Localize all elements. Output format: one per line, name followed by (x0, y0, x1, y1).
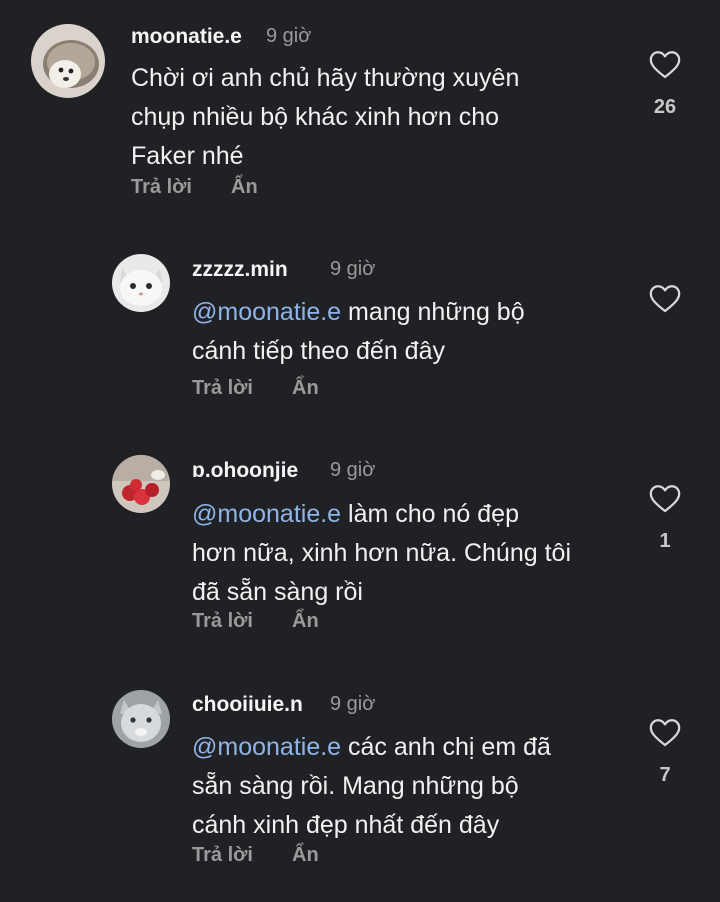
comment-text-line: đã sẵn sàng rồi (192, 578, 363, 606)
like-button[interactable] (647, 716, 683, 750)
like-button[interactable] (647, 282, 683, 316)
comment-text-line: hơn nữa, xinh hơn nữa. Chúng tôi (192, 539, 571, 567)
comment-time: 9 giờ (266, 25, 312, 47)
comment-username[interactable]: moonatie.e (131, 25, 242, 49)
comment-text-line: các anh chị em đã (341, 733, 551, 761)
comment-text-line: chụp nhiều bộ khác xinh hơn cho (131, 103, 500, 131)
like-button[interactable] (647, 48, 683, 82)
like-count: 1 (659, 530, 671, 552)
avatar[interactable] (112, 254, 170, 312)
comment-text-line: làm cho nó đẹp (341, 500, 519, 528)
comment-text: Chời ơi anh chủ hãy thường xuyên chụp nh… (131, 59, 519, 176)
comment-text-line: cánh tiếp theo đến đây (192, 337, 445, 365)
comment-text-line: Faker nhé (131, 142, 244, 170)
reply-comment-item: chooiiuie.n 9 giờ @moonatie.e các anh ch… (0, 676, 720, 902)
hide-button[interactable]: Ẩn (292, 610, 319, 633)
comment-text-line: cánh xinh đẹp nhất đến đây (192, 811, 500, 839)
mention-link[interactable]: @moonatie.e (192, 500, 341, 528)
reply-button[interactable]: Trả lời (192, 377, 253, 400)
white-cat-avatar-icon (112, 254, 170, 312)
reply-button[interactable]: Trả lời (192, 844, 253, 867)
comment-text: @moonatie.e mang những bộ cánh tiếp theo… (192, 293, 525, 371)
heart-icon (649, 485, 681, 513)
heart-icon (649, 285, 681, 313)
comment-username[interactable]: chooiiuie.n (192, 693, 303, 717)
avatar[interactable] (112, 690, 170, 748)
like-button[interactable] (647, 482, 683, 516)
mention-link[interactable]: @moonatie.e (192, 733, 341, 761)
gray-cat-avatar-icon (112, 690, 170, 748)
heart-icon (649, 719, 681, 747)
comment-time: 9 giờ (330, 258, 376, 280)
hedgehog-avatar-icon (31, 24, 105, 98)
like-count: 7 (659, 764, 671, 786)
reply-button[interactable]: Trả lời (131, 176, 192, 199)
avatar[interactable] (112, 455, 170, 513)
comment-text-line: Chời ơi anh chủ hãy thường xuyên (131, 64, 520, 92)
strawberry-avatar-icon (112, 455, 170, 513)
comment-username[interactable]: ɒ.ohoonjie (192, 459, 298, 483)
reply-comment-item: zzzzz.min 9 giờ @moonatie.e mang những b… (0, 240, 720, 430)
comment-username[interactable]: zzzzz.min (192, 258, 288, 282)
comment-text: @moonatie.e các anh chị em đã sẵn sàng r… (192, 728, 551, 845)
hide-button[interactable]: Ẩn (292, 377, 319, 400)
comment-text-line: mang những bộ (341, 298, 525, 326)
heart-icon (649, 51, 681, 79)
comment-item: moonatie.e 9 giờ Chời ơi anh chủ hãy thư… (0, 0, 720, 220)
reply-button[interactable]: Trả lời (192, 610, 253, 633)
comment-text-line: sẵn sàng rồi. Mang những bộ (192, 772, 519, 800)
avatar[interactable] (31, 24, 105, 98)
comment-time: 9 giờ (330, 693, 376, 715)
hide-button[interactable]: Ẩn (292, 844, 319, 867)
comment-text: @moonatie.e làm cho nó đẹp hơn nữa, xinh… (192, 495, 571, 612)
mention-link[interactable]: @moonatie.e (192, 298, 341, 326)
like-count: 26 (653, 96, 677, 118)
reply-comment-item: ɒ.ohoonjie 9 giờ @moonatie.e làm cho nó … (0, 440, 720, 660)
hide-button[interactable]: Ẩn (231, 176, 258, 199)
comment-time: 9 giờ (330, 459, 376, 481)
